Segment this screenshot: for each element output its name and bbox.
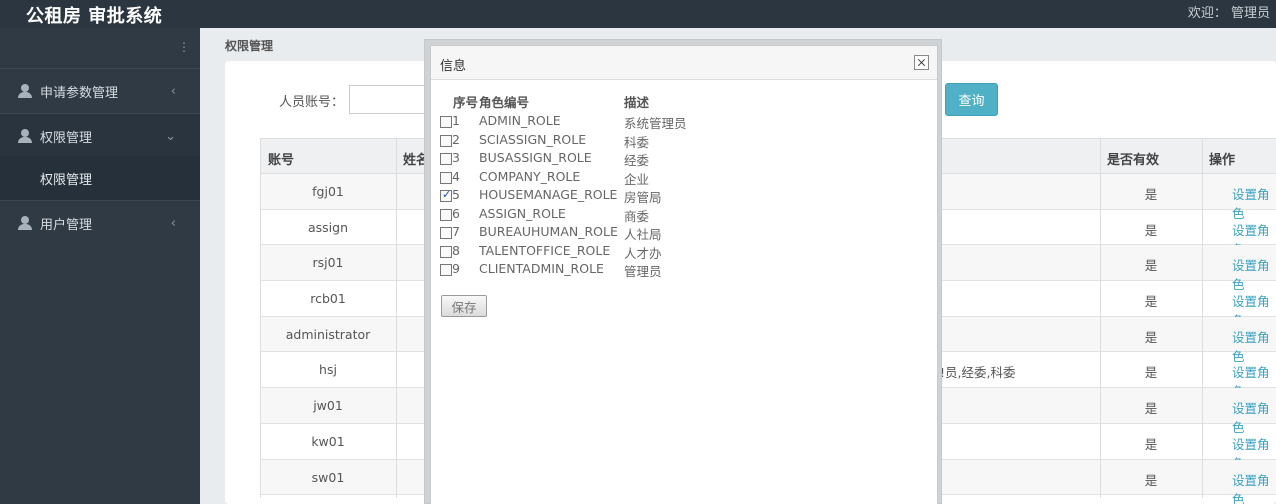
sidebar-subitem-label: 权限管理 (40, 172, 93, 188)
role-row: 4 COMPANY_ROLE 企业 (431, 167, 731, 187)
top-bar: 公租房 审批系统 欢迎： 管理员 (0, 0, 1276, 28)
role-row: 9 CLIENTADMIN_ROLE 管理员 (431, 259, 731, 279)
col-valid: 是否有效 (1107, 153, 1160, 168)
cell-roles: !员,经委,科委 (940, 365, 1016, 381)
sidebar-item-label: 申请参数管理 (40, 85, 119, 101)
role-header-desc: 描述 (624, 95, 650, 110)
sidebar-item-users[interactable]: 用户管理 ‹ (0, 201, 200, 245)
role-checkbox[interactable] (440, 208, 452, 221)
dialog-title: 信息 (440, 59, 467, 74)
table-border (396, 138, 397, 498)
user-icon (18, 216, 32, 230)
cell-valid: 是 (1144, 258, 1158, 274)
welcome-text: 欢迎： 管理员 (1187, 6, 1270, 21)
sidebar: ⋮ 申请参数管理 ‹ 权限管理 ⌄ 权限管理 用户管理 ‹ (0, 28, 200, 504)
cell-valid: 是 (1144, 222, 1158, 238)
role-checkbox[interactable] (440, 116, 452, 128)
set-role-link[interactable]: 设置角色 (1232, 470, 1276, 504)
role-code: COMPANY_ROLE (479, 168, 581, 184)
cell-account: administrator (285, 326, 371, 342)
cell-account: rsj01 (312, 255, 344, 271)
role-checkbox[interactable] (440, 227, 452, 239)
user-icon (18, 84, 32, 98)
role-code: SCIASSIGN_ROLE (479, 131, 587, 147)
sidebar-subitem-permissions[interactable]: 权限管理 (0, 156, 200, 200)
cell-valid: 是 (1144, 472, 1158, 488)
role-code: BUREAUHUMAN_ROLE (479, 224, 618, 239)
role-checkbox[interactable] (440, 134, 452, 147)
breadcrumb: 权限管理 (225, 39, 274, 53)
cell-account: fgj01 (312, 184, 344, 199)
dialog-header: 信息 (431, 46, 937, 80)
role-desc: 管理员 (624, 264, 662, 279)
role-num: 8 (452, 242, 460, 258)
cell-valid: 是 (1144, 365, 1158, 381)
table-border (1202, 138, 1203, 498)
role-row: 7 BUREAUHUMAN_ROLE 人社局 (431, 222, 731, 242)
role-row: 3 BUSASSIGN_ROLE 经委 (431, 148, 731, 168)
role-num: 4 (452, 168, 460, 184)
cell-valid: 是 (1144, 329, 1158, 345)
cell-valid: 是 (1144, 436, 1158, 452)
chevron-down-icon: ⌄ (165, 128, 176, 144)
role-row: 5HOUSEMANAGE_ROLE房管局 (431, 185, 731, 205)
role-dialog-body: 信息 序号 角色编号 描述 1 ADMIN_ROLE 系统管理员 2 SCIASSIGN… (430, 45, 938, 504)
role-dialog: 信息 序号 角色编号 描述 1 ADMIN_ROLE 系统管理员 2 SCIASSIGN… (424, 39, 942, 504)
close-icon[interactable] (914, 55, 929, 70)
sidebar-toggle-icon[interactable]: ⋮ (178, 40, 190, 54)
chevron-left-icon: ‹ (170, 83, 176, 99)
save-button[interactable]: 保存 (441, 295, 487, 317)
role-num: 3 (452, 150, 460, 165)
cell-account: hsj (319, 362, 337, 378)
role-code: BUSASSIGN_ROLE (479, 150, 592, 165)
app-title: 公租房 审批系统 (26, 6, 163, 27)
role-header-code: 角色编号 (479, 95, 530, 110)
role-num: 7 (452, 224, 460, 239)
role-code: TALENTOFFICE_ROLE (479, 242, 611, 258)
table-border (1100, 138, 1101, 498)
col-action: 操作 (1209, 153, 1236, 168)
chevron-left-icon: ‹ (170, 215, 176, 231)
user-icon (18, 129, 32, 143)
col-account: 账号 (268, 153, 295, 168)
role-code: ASSIGN_ROLE (479, 205, 566, 221)
cell-account: sw01 (311, 469, 345, 485)
cell-account: kw01 (311, 433, 345, 449)
cell-account: rcb01 (310, 291, 346, 307)
role-checkbox[interactable] (440, 188, 452, 202)
cell-valid: 是 (1144, 187, 1158, 202)
role-num: 2 (452, 131, 460, 147)
role-checkbox[interactable] (440, 245, 452, 258)
role-num: 1 (452, 113, 460, 128)
role-num: 9 (452, 261, 460, 276)
role-checkbox[interactable] (440, 264, 452, 276)
search-label: 人员账号： (279, 95, 345, 110)
cell-account: assign (307, 219, 348, 235)
query-button[interactable]: 查询 (945, 83, 998, 116)
role-checkbox[interactable] (440, 171, 452, 184)
sidebar-item-apply-params[interactable]: 申请参数管理 ‹ (0, 69, 200, 113)
role-row: 6 ASSIGN_ROLE 商委 (431, 204, 731, 224)
cell-valid: 是 (1144, 401, 1158, 417)
role-row: 8 TALENTOFFICE_ROLE 人才办 (431, 241, 731, 261)
role-row: 1 ADMIN_ROLE 系统管理员 (431, 111, 731, 131)
role-header-num: 序号 (453, 95, 479, 110)
sidebar-item-label: 权限管理 (40, 130, 93, 146)
role-code: HOUSEMANAGE_ROLE (479, 187, 618, 202)
role-checkbox[interactable] (440, 153, 452, 165)
role-code: ADMIN_ROLE (479, 113, 561, 128)
sidebar-item-label: 用户管理 (40, 217, 93, 233)
sidebar-item-permissions[interactable]: 权限管理 ⌄ (0, 114, 200, 158)
cell-account: jw01 (313, 398, 343, 414)
role-row: 2 SCIASSIGN_ROLE 科委 (431, 130, 731, 150)
role-code: CLIENTADMIN_ROLE (479, 261, 604, 276)
table-border (260, 138, 261, 498)
cell-valid: 是 (1144, 294, 1158, 310)
role-num: 6 (452, 205, 460, 221)
role-num: 5 (452, 187, 460, 202)
